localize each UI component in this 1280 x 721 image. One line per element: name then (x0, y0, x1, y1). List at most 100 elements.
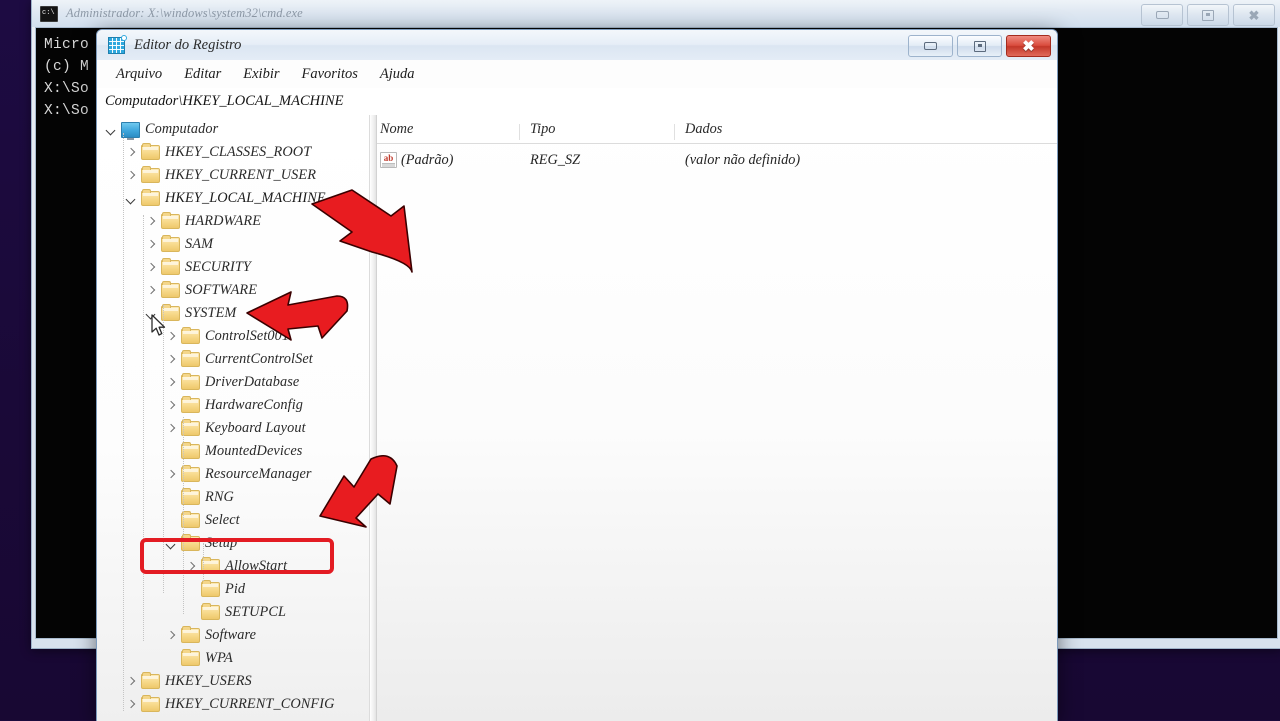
tree-item-setupcl[interactable]: SETUPCL (97, 601, 369, 624)
value-list-rows[interactable]: ab(Padrão)REG_SZ(valor não definido) (370, 144, 1057, 172)
tree-item-label: SETUPCL (225, 604, 286, 621)
tree-item-security[interactable]: SECURITY (97, 256, 369, 279)
chevron-right-icon[interactable] (165, 353, 178, 366)
column-header-nome[interactable]: Nome (370, 121, 520, 143)
cmd-close-button[interactable]: ✖ (1233, 4, 1275, 26)
tree-indent-guide (183, 417, 185, 614)
tree-item-label: HKEY_CURRENT_USER (165, 167, 316, 184)
tree-item-wpa[interactable]: WPA (97, 647, 369, 670)
tree-item-select[interactable]: Select (97, 509, 369, 532)
tree-item-label: RNG (205, 489, 234, 506)
tree-item-label: HKEY_LOCAL_MACHINE (165, 190, 326, 207)
tree-item-label: Keyboard Layout (205, 420, 306, 437)
tree-item-rng[interactable]: RNG (97, 486, 369, 509)
value-list-pane[interactable]: Nome Tipo Dados ab(Padrão)REG_SZ(valor n… (370, 115, 1057, 721)
menu-bar[interactable]: Arquivo Editar Exibir Favoritos Ajuda (97, 60, 1057, 89)
tree-spacer (165, 514, 178, 527)
chevron-down-icon[interactable] (125, 192, 138, 205)
tree-spacer (165, 491, 178, 504)
chevron-down-icon[interactable] (145, 307, 158, 320)
folder-icon (141, 191, 160, 206)
chevron-right-icon[interactable] (165, 330, 178, 343)
chevron-right-icon[interactable] (165, 422, 178, 435)
tree-item-setup[interactable]: Setup (97, 532, 369, 555)
tree-item-label: HardwareConfig (205, 397, 303, 414)
menu-favoritos[interactable]: Favoritos (291, 63, 369, 86)
tree-item-hkey-users[interactable]: HKEY_USERS (97, 670, 369, 693)
registry-icon (108, 37, 125, 54)
column-header-dados[interactable]: Dados (675, 121, 1057, 143)
tree-item-hardware[interactable]: HARDWARE (97, 210, 369, 233)
value-name: (Padrão) (401, 152, 453, 169)
tree-spacer (185, 606, 198, 619)
tree-item-hkey-local-machine[interactable]: HKEY_LOCAL_MACHINE (97, 187, 369, 210)
menu-ajuda[interactable]: Ajuda (369, 63, 426, 86)
chevron-right-icon[interactable] (145, 261, 158, 274)
cmd-maximize-button[interactable] (1187, 4, 1229, 26)
folder-icon (181, 329, 200, 344)
maximize-icon (1202, 10, 1214, 21)
chevron-right-icon[interactable] (165, 376, 178, 389)
address-bar-path: Computador\HKEY_LOCAL_MACHINE (105, 93, 343, 110)
menu-exibir[interactable]: Exibir (232, 63, 290, 86)
chevron-right-icon[interactable] (185, 560, 198, 573)
chevron-right-icon[interactable] (125, 675, 138, 688)
folder-icon (141, 145, 160, 160)
folder-icon (181, 651, 200, 666)
folder-icon (201, 582, 220, 597)
address-bar[interactable]: Computador\HKEY_LOCAL_MACHINE (97, 88, 1057, 116)
tree-item-controlset001[interactable]: ControlSet001 (97, 325, 369, 348)
tree-item-pid[interactable]: Pid (97, 578, 369, 601)
tree-item-hkey-classes-root[interactable]: HKEY_CLASSES_ROOT (97, 141, 369, 164)
maximize-button[interactable] (957, 35, 1002, 57)
chevron-down-icon[interactable] (165, 537, 178, 550)
cmd-minimize-button[interactable] (1141, 4, 1183, 26)
chevron-right-icon[interactable] (165, 629, 178, 642)
tree-item-hardwareconfig[interactable]: HardwareConfig (97, 394, 369, 417)
menu-editar[interactable]: Editar (173, 63, 232, 86)
tree-item-keyboard-layout[interactable]: Keyboard Layout (97, 417, 369, 440)
tree-item-label: HKEY_CURRENT_CONFIG (165, 696, 335, 713)
chevron-right-icon[interactable] (125, 698, 138, 711)
chevron-right-icon[interactable] (125, 146, 138, 159)
tree-item-hkey-current-config[interactable]: HKEY_CURRENT_CONFIG (97, 693, 369, 716)
registry-tree-pane[interactable]: ComputadorHKEY_CLASSES_ROOT HKEY_CURRENT_… (97, 115, 370, 721)
close-button[interactable]: ✖ (1006, 35, 1051, 57)
value-list-row[interactable]: ab(Padrão)REG_SZ(valor não definido) (370, 148, 1057, 172)
value-list-header[interactable]: Nome Tipo Dados (370, 115, 1057, 144)
tree-item-mounteddevices[interactable]: MountedDevices (97, 440, 369, 463)
chevron-right-icon[interactable] (145, 238, 158, 251)
menu-arquivo[interactable]: Arquivo (105, 63, 173, 86)
cmd-titlebar[interactable]: Administrador: X:\windows\system32\cmd.e… (32, 0, 1280, 27)
tree-item-allowstart[interactable]: AllowStart (97, 555, 369, 578)
cmd-window-controls[interactable]: ✖ (1141, 4, 1275, 26)
chevron-down-icon[interactable] (105, 123, 118, 136)
tree-item-software[interactable]: Software (97, 624, 369, 647)
column-header-tipo[interactable]: Tipo (520, 121, 675, 143)
minimize-button[interactable] (908, 35, 953, 57)
registry-tree[interactable]: ComputadorHKEY_CLASSES_ROOT HKEY_CURRENT_… (97, 115, 369, 721)
tree-item-currentcontrolset[interactable]: CurrentControlSet (97, 348, 369, 371)
tree-item-label: SOFTWARE (185, 282, 257, 299)
folder-icon (161, 260, 180, 275)
chevron-right-icon[interactable] (165, 468, 178, 481)
tree-item-resourcemanager[interactable]: ResourceManager (97, 463, 369, 486)
registry-window-controls[interactable]: ✖ (908, 35, 1051, 57)
folder-icon (141, 697, 160, 712)
string-value-icon-label: ab (381, 153, 396, 164)
tree-item-sam[interactable]: SAM (97, 233, 369, 256)
tree-item-software[interactable]: SOFTWARE (97, 279, 369, 302)
tree-item-driverdatabase[interactable]: DriverDatabase (97, 371, 369, 394)
chevron-right-icon[interactable] (125, 169, 138, 182)
tree-item-system[interactable]: SYSTEM (97, 302, 369, 325)
chevron-right-icon[interactable] (165, 399, 178, 412)
pane-splitter[interactable] (369, 115, 377, 721)
chevron-right-icon[interactable] (145, 215, 158, 228)
tree-indent-guide (143, 215, 145, 641)
tree-item-hkey-current-user[interactable]: HKEY_CURRENT_USER (97, 164, 369, 187)
tree-item-computador[interactable]: Computador (97, 118, 369, 141)
registry-editor-window[interactable]: Editor do Registro ✖ Arquivo Editar Exib… (96, 29, 1058, 721)
chevron-right-icon[interactable] (145, 284, 158, 297)
tree-indent-guide (163, 305, 165, 593)
folder-icon (141, 168, 160, 183)
